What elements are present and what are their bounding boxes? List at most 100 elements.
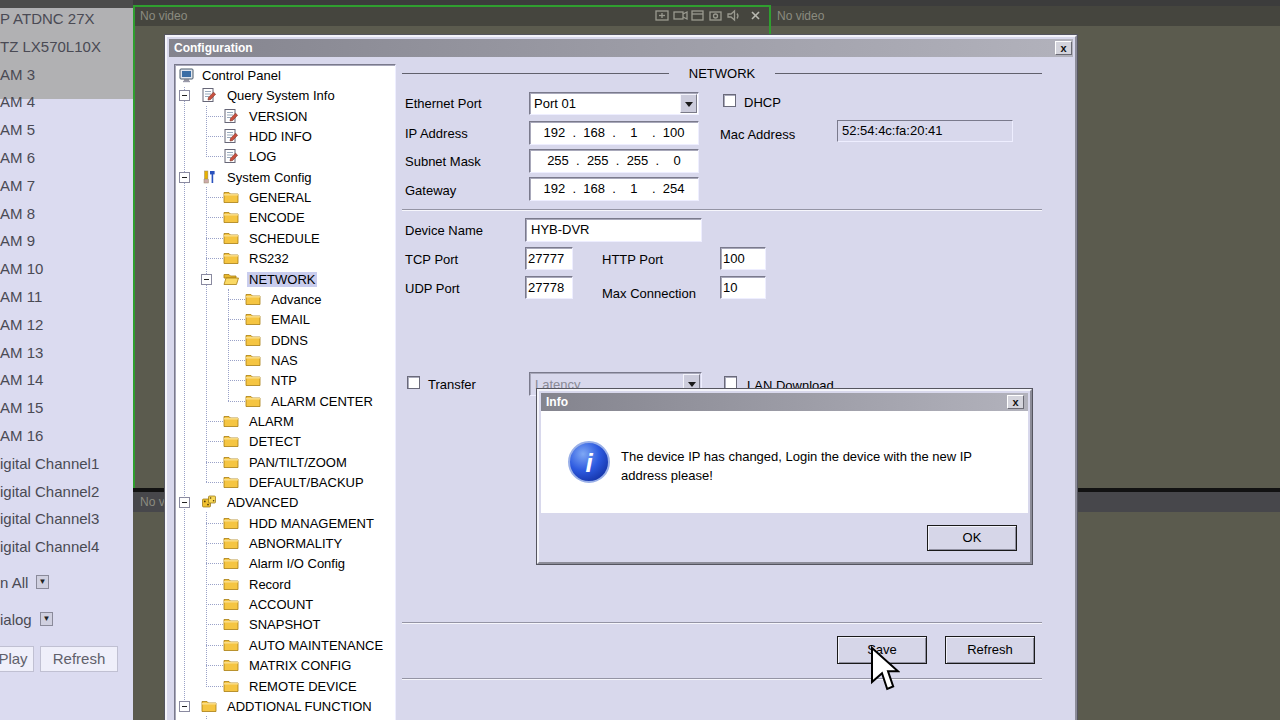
tree-expand-box[interactable] [179, 497, 190, 508]
http-port-field[interactable]: 100 [720, 247, 766, 270]
folder-icon [223, 637, 239, 653]
channel-item[interactable]: AM 11 [0, 283, 133, 311]
tree-item-alarm-i-o-config[interactable]: Alarm I/O Config [175, 553, 395, 573]
channel-item-label: igital Channel3 [0, 510, 99, 527]
channel-item[interactable]: AM 15 [0, 394, 133, 422]
configuration-titlebar[interactable]: Configuration [169, 39, 1073, 57]
channel-item[interactable]: AM 3 [0, 61, 133, 89]
play-button[interactable]: Play [0, 646, 34, 672]
tree-item-general[interactable]: GENERAL [175, 187, 395, 207]
info-dialog: Info x i The device IP has changed, Logi… [537, 389, 1032, 564]
folder-icon [245, 332, 261, 348]
tree-item-schedule[interactable]: SCHEDULE [175, 228, 395, 248]
tcp-port-label: TCP Port [405, 252, 458, 267]
tree-item-system-config[interactable]: System Config [175, 167, 395, 187]
channel-item[interactable]: AM 12 [0, 311, 133, 339]
channel-item[interactable]: AM 7 [0, 172, 133, 200]
tree-item-nas[interactable]: NAS [175, 350, 395, 370]
tree-item-auto-maintenance[interactable]: AUTO MAINTENANCE [175, 635, 395, 655]
tree-item-label: RS232 [247, 251, 291, 266]
channel-item[interactable]: AM 9 [0, 227, 133, 255]
open-all-dropdown-button[interactable]: ▼ [36, 575, 49, 589]
channel-item[interactable]: AM 8 [0, 200, 133, 228]
folder-icon [223, 555, 239, 571]
channel-item[interactable]: AM 6 [0, 144, 133, 172]
channel-item-label: AM 11 [0, 288, 42, 305]
tree-item-network[interactable]: NETWORK [175, 269, 395, 289]
channel-item[interactable]: igital Channel4 [0, 533, 133, 561]
tree-item-matrix-config[interactable]: MATRIX CONFIG [175, 655, 395, 675]
tree-item-ntp[interactable]: NTP [175, 370, 395, 390]
tree-item-advanced[interactable]: ADVANCED [175, 492, 395, 512]
tree-item-email[interactable]: EMAIL [175, 309, 395, 329]
tree-item-record[interactable]: Record [175, 574, 395, 594]
gateway-field[interactable]: 192 . 168 . 1 . 254 [529, 177, 699, 201]
video-pane2-titlebar: No video [771, 6, 1280, 26]
dialog-dropdown-button[interactable]: ▼ [40, 612, 53, 626]
tree-expand-box[interactable] [179, 172, 190, 183]
transfer-checkbox[interactable] [407, 376, 420, 389]
tree-item-pan-tilt-zoom[interactable]: PAN/TILT/ZOOM [175, 452, 395, 472]
channel-item[interactable]: igital Channel2 [0, 478, 133, 506]
tree-item-ddns[interactable]: DDNS [175, 330, 395, 350]
network-section-title: NETWORK [669, 66, 775, 81]
tree-item-advance[interactable]: Advance [175, 289, 395, 309]
tree-expand-box[interactable] [201, 274, 212, 285]
tree-item-alarm-center[interactable]: ALARM CENTER [175, 391, 395, 411]
info-body: i The device IP has changed, Login the d… [541, 411, 1028, 513]
open-all-control[interactable]: n All ▼ [0, 571, 133, 599]
channel-item[interactable]: TZ LX570L10X [0, 33, 133, 61]
tree-item-control-panel[interactable]: Control Panel [175, 65, 395, 85]
ip-address-field[interactable]: 192 . 168 . 1 . 100 [529, 121, 699, 145]
refresh-button-sidebar[interactable]: Refresh [40, 646, 118, 672]
tree-item-alarm[interactable]: ALARM [175, 411, 395, 431]
refresh-button[interactable]: Refresh [945, 636, 1035, 664]
udp-port-field[interactable]: 27778 [525, 276, 573, 299]
tree-expand-box[interactable] [179, 701, 190, 712]
configuration-close-button[interactable]: x [1055, 41, 1072, 55]
tree-item-addtional-function[interactable]: ADDTIONAL FUNCTION [175, 696, 395, 716]
channel-item-label: TZ LX570L10X [0, 38, 101, 55]
tree-item-encode[interactable]: ENCODE [175, 207, 395, 227]
channel-item[interactable]: AM 5 [0, 116, 133, 144]
max-connection-field[interactable]: 10 [720, 276, 766, 299]
channel-item-label: AM 13 [0, 344, 43, 361]
ethernet-port-select[interactable]: Port 01 [529, 92, 699, 115]
channel-item[interactable]: AM 14 [0, 366, 133, 394]
channel-item[interactable]: AM 13 [0, 339, 133, 367]
tree-item-default-backup[interactable]: DEFAULT/BACKUP [175, 472, 395, 492]
tree-item-abnormality[interactable]: ABNORMALITY [175, 533, 395, 553]
tree-item-hdd-management[interactable]: HDD MANAGEMENT [175, 513, 395, 533]
ethernet-port-dropdown-arrow[interactable] [680, 94, 697, 113]
tree-item-item[interactable] [175, 716, 395, 720]
tree-item-version[interactable]: VERSION [175, 106, 395, 126]
device-name-field[interactable]: HYB-DVR [525, 218, 702, 242]
tree-item-hdd-info[interactable]: HDD INFO [175, 126, 395, 146]
tree-item-remote-device[interactable]: REMOTE DEVICE [175, 676, 395, 696]
channel-item[interactable]: AM 16 [0, 422, 133, 450]
dialog-control[interactable]: ialog ▼ [0, 608, 133, 636]
tree-item-query-system-info[interactable]: Query System Info [175, 85, 395, 105]
lan-download-checkbox[interactable] [724, 376, 737, 389]
tree-item-detect[interactable]: DETECT [175, 431, 395, 451]
channel-item-label: AM 10 [0, 260, 43, 277]
dhcp-checkbox[interactable] [723, 94, 736, 107]
tree-item-log[interactable]: LOG [175, 146, 395, 166]
tree-item-account[interactable]: ACCOUNT [175, 594, 395, 614]
tree-item-rs232[interactable]: RS232 [175, 248, 395, 268]
channel-item[interactable]: igital Channel3 [0, 505, 133, 533]
tree-expand-box[interactable] [179, 90, 190, 101]
tree-item-label: AUTO MAINTENANCE [247, 638, 385, 653]
channel-item[interactable]: igital Channel1 [0, 450, 133, 478]
info-close-button[interactable]: x [1007, 395, 1024, 409]
tree-item-label: DEFAULT/BACKUP [247, 475, 366, 490]
channel-item[interactable]: P ATDNC 27X [0, 5, 133, 33]
tree-item-snapshot[interactable]: SNAPSHOT [175, 614, 395, 634]
channel-item[interactable]: AM 10 [0, 255, 133, 283]
subnet-mask-field[interactable]: 255 . 255 . 255 . 0 [529, 149, 699, 173]
channel-item[interactable]: AM 4 [0, 88, 133, 116]
info-titlebar[interactable]: Info [541, 393, 1028, 411]
folder-icon [223, 413, 239, 429]
ok-button[interactable]: OK [927, 525, 1017, 551]
tcp-port-field[interactable]: 27777 [525, 247, 573, 270]
